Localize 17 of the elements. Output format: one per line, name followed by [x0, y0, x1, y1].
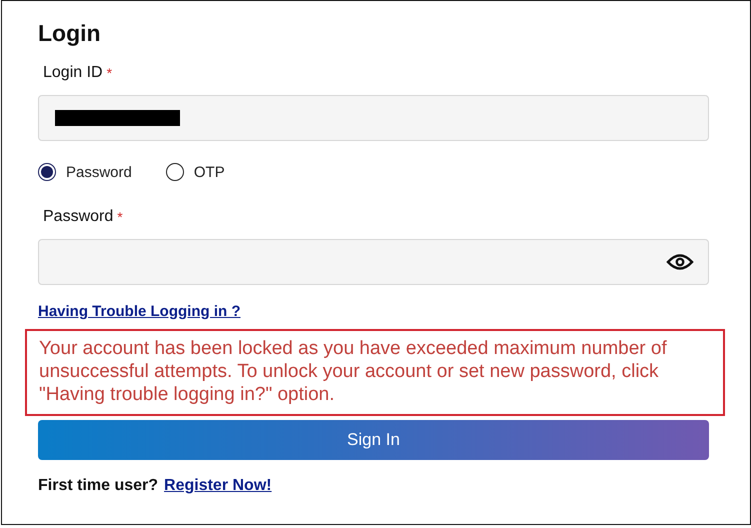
radio-button[interactable]: [166, 163, 184, 181]
login-title: Login: [38, 19, 102, 47]
first-time-prompt: First time user?: [38, 477, 158, 495]
register-link[interactable]: Register Now!: [164, 477, 272, 495]
password-label: Password: [43, 207, 114, 227]
radio-option[interactable]: OTP: [166, 163, 225, 181]
required-mark: *: [117, 208, 123, 227]
radio-option[interactable]: Password: [38, 163, 132, 181]
sign-in-button[interactable]: Sign In: [38, 420, 709, 460]
login-id-field[interactable]: [38, 95, 709, 141]
eye-icon[interactable]: [666, 252, 694, 272]
error-message: Your account has been locked as you have exceeded maximum number of unsuccessful attempts. To unlock your account or set new password, click "Having trouble logging in?" option.: [25, 329, 725, 416]
trouble-logging-link[interactable]: Having Trouble Logging in ?: [38, 303, 240, 320]
radio-button[interactable]: [38, 163, 56, 181]
login-id-label: Login ID: [43, 63, 103, 83]
password-field[interactable]: [38, 239, 709, 285]
required-mark: *: [106, 64, 112, 83]
